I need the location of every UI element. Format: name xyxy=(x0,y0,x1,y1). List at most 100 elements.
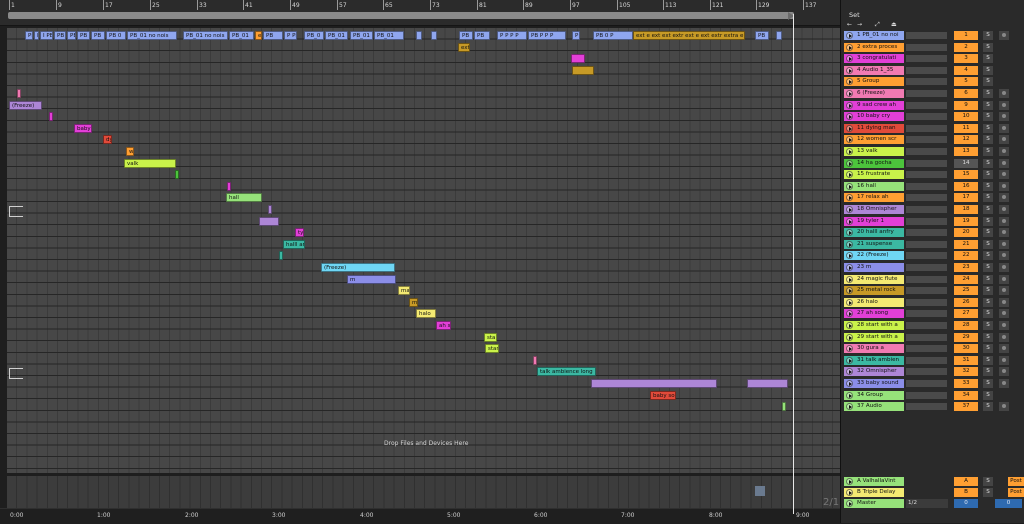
return-track-name[interactable]: A ValhallaVint xyxy=(844,477,904,486)
playhead[interactable] xyxy=(793,14,794,514)
track-name[interactable]: 16 hall xyxy=(844,181,904,191)
track-name[interactable]: 15 frustrate xyxy=(844,170,904,180)
track-number-button[interactable]: 15 xyxy=(954,170,978,180)
solo-button[interactable]: S xyxy=(983,193,993,203)
track-activator-icon[interactable] xyxy=(846,478,853,485)
solo-button[interactable]: S xyxy=(983,89,993,98)
track-header[interactable]: 20 halll anfry 20 S xyxy=(842,228,1022,238)
return-tracks-lanes[interactable] xyxy=(7,476,840,509)
track-header[interactable]: 31 talk ambien 31 S xyxy=(842,355,1022,365)
track-number-button[interactable]: 11 xyxy=(954,123,978,133)
track-name[interactable]: 9 sad crew ah xyxy=(844,100,904,110)
track-header[interactable]: 3 congratulati 3 S xyxy=(842,54,1022,64)
solo-button[interactable]: S xyxy=(983,135,993,145)
track-header[interactable]: 24 magic flute 24 S xyxy=(842,274,1022,284)
track-header[interactable]: 1 PB_01 no noi 1 S xyxy=(842,31,1022,40)
solo-button[interactable]: S xyxy=(983,42,993,52)
track-number-button[interactable]: 32 xyxy=(954,367,978,377)
track-number-button[interactable]: 13 xyxy=(954,147,978,156)
arm-button[interactable] xyxy=(999,135,1009,145)
track-activator-icon[interactable] xyxy=(846,500,853,507)
track-number-button[interactable]: 5 xyxy=(954,77,978,87)
group-fold-marker[interactable] xyxy=(9,368,23,379)
post-send-button[interactable]: Post xyxy=(1008,477,1024,486)
post-send-button[interactable]: Post xyxy=(1008,488,1024,497)
track-name[interactable]: 32 Omnispher xyxy=(844,367,904,377)
track-number-button[interactable]: 23 xyxy=(954,263,978,272)
track-activator-icon[interactable] xyxy=(846,275,853,283)
track-header[interactable]: 23 m 23 S xyxy=(842,263,1022,272)
track-number-button[interactable]: 34 xyxy=(954,390,978,400)
solo-button[interactable]: S xyxy=(983,321,993,330)
track-name[interactable]: 5 Group xyxy=(844,77,904,87)
solo-button[interactable]: S xyxy=(983,251,993,261)
solo-button[interactable]: S xyxy=(983,181,993,191)
track-name[interactable]: 25 metal rock xyxy=(844,286,904,296)
solo-button[interactable]: S xyxy=(983,216,993,226)
track-name[interactable]: 28 start with a xyxy=(844,321,904,330)
track-activator-icon[interactable] xyxy=(846,264,853,271)
track-activator-icon[interactable] xyxy=(846,229,853,237)
track-activator-icon[interactable] xyxy=(846,252,853,260)
track-header[interactable]: 17 relax ah 17 S xyxy=(842,193,1022,203)
track-activator-icon[interactable] xyxy=(846,159,853,167)
track-activator-icon[interactable] xyxy=(846,287,853,295)
track-header[interactable]: 4 Audio 1_35 4 S xyxy=(842,65,1022,75)
solo-button[interactable]: S xyxy=(983,158,993,168)
track-name[interactable]: 1 PB_01 no noi xyxy=(844,31,904,40)
track-name[interactable]: 34 Group xyxy=(844,390,904,400)
track-header[interactable]: 33 baby sound 33 S xyxy=(842,379,1022,388)
track-name[interactable]: 31 talk ambien xyxy=(844,355,904,365)
track-activator-icon[interactable] xyxy=(846,101,853,109)
arm-button[interactable] xyxy=(999,379,1009,388)
solo-button[interactable]: S xyxy=(983,286,993,296)
track-activator-icon[interactable] xyxy=(846,391,853,399)
track-number-button[interactable]: 29 xyxy=(954,332,978,342)
track-activator-icon[interactable] xyxy=(846,124,853,132)
arm-button[interactable] xyxy=(999,251,1009,261)
arrangement-overview-scrollbar[interactable] xyxy=(8,12,794,19)
track-name[interactable]: 21 suspense xyxy=(844,239,904,249)
track-name[interactable]: 10 baby cry xyxy=(844,112,904,122)
track-number-button[interactable]: 30 xyxy=(954,344,978,354)
track-number-button[interactable]: 3 xyxy=(954,54,978,64)
track-activator-icon[interactable] xyxy=(846,489,853,496)
track-header[interactable]: 12 women scr 12 S xyxy=(842,135,1022,145)
return-letter-button[interactable]: A xyxy=(954,477,978,486)
track-header[interactable]: 34 Group 34 S xyxy=(842,390,1022,400)
track-number-button[interactable]: 31 xyxy=(954,355,978,365)
arm-button[interactable] xyxy=(999,100,1009,110)
track-header[interactable]: 19 tyler 1 19 S xyxy=(842,216,1022,226)
forward-arrow-icon[interactable]: → xyxy=(857,21,862,28)
track-name[interactable]: 22 (Freeze) xyxy=(844,251,904,261)
track-header[interactable]: 18 Omnispher 18 S xyxy=(842,205,1022,214)
solo-button[interactable]: S xyxy=(983,65,993,75)
arm-button[interactable] xyxy=(999,123,1009,133)
arm-button[interactable] xyxy=(999,158,1009,168)
solo-button[interactable]: S xyxy=(983,31,993,40)
track-activator-icon[interactable] xyxy=(846,322,853,329)
group-fold-marker[interactable] xyxy=(9,206,23,217)
track-name[interactable]: 17 relax ah xyxy=(844,193,904,203)
solo-button[interactable]: S xyxy=(983,170,993,180)
solo-button[interactable]: S xyxy=(983,477,993,486)
track-header[interactable]: 10 baby cry 10 S xyxy=(842,112,1022,122)
track-name[interactable]: 26 halo xyxy=(844,297,904,307)
track-number-button[interactable]: 2 xyxy=(954,42,978,52)
track-activator-icon[interactable] xyxy=(846,148,853,155)
track-name[interactable]: 27 ah song xyxy=(844,309,904,319)
arm-button[interactable] xyxy=(999,181,1009,191)
track-activator-icon[interactable] xyxy=(846,310,853,318)
arm-button[interactable] xyxy=(999,309,1009,319)
solo-button[interactable]: S xyxy=(983,112,993,122)
output-channel-select[interactable]: 1/2 xyxy=(906,499,948,508)
track-header[interactable]: 21 suspense 21 S xyxy=(842,239,1022,249)
track-number-button[interactable]: 21 xyxy=(954,239,978,249)
solo-button[interactable]: S xyxy=(983,390,993,400)
arm-button[interactable] xyxy=(999,216,1009,226)
master-track-name[interactable]: Master xyxy=(844,499,904,508)
track-header[interactable]: 16 hall 16 S xyxy=(842,181,1022,191)
track-number-button[interactable]: 12 xyxy=(954,135,978,145)
track-activator-icon[interactable] xyxy=(846,380,853,387)
track-name[interactable]: 19 tyler 1 xyxy=(844,216,904,226)
